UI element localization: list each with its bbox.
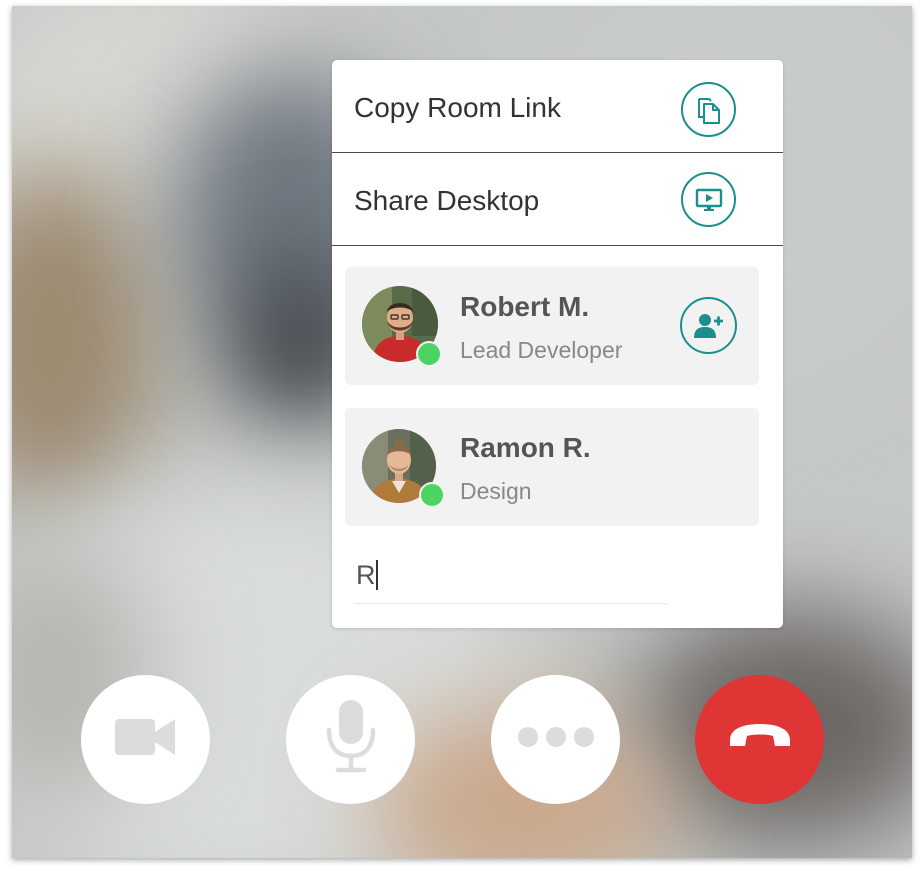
camera-button[interactable] (81, 675, 210, 804)
microphone-button[interactable] (286, 675, 415, 804)
share-desktop-label: Share Desktop (354, 185, 540, 216)
participant-role: Design (460, 478, 532, 504)
online-status-dot (416, 341, 442, 367)
hang-up-button[interactable] (695, 675, 824, 804)
share-desktop-item[interactable]: Share Desktop (332, 153, 783, 246)
copy-room-link-item[interactable]: Copy Room Link (332, 60, 783, 153)
search-input[interactable] (354, 555, 667, 595)
participant-name: Ramon R. (460, 432, 591, 463)
microphone-icon (324, 700, 378, 779)
copy-room-link-label: Copy Room Link (354, 92, 561, 123)
participant-card[interactable]: Robert M. Lead Developer (345, 267, 759, 385)
more-dots-icon (516, 725, 596, 754)
screen-share-icon[interactable] (681, 172, 736, 227)
video-call-window: Copy Room Link Share Desktop Robert M. L… (12, 6, 912, 858)
call-options-panel: Copy Room Link Share Desktop Robert M. L… (332, 60, 783, 628)
invite-search-field[interactable] (354, 555, 667, 604)
add-user-icon[interactable] (680, 297, 737, 354)
participant-role: Lead Developer (460, 337, 623, 363)
online-status-dot (419, 482, 445, 508)
copy-icon[interactable] (681, 82, 736, 137)
participant-name: Robert M. (460, 291, 590, 322)
participant-card[interactable]: Ramon R. Design (345, 408, 759, 526)
video-camera-icon (114, 715, 177, 764)
phone-hangup-icon (727, 722, 793, 757)
more-options-button[interactable] (491, 675, 620, 804)
text-caret (376, 560, 378, 590)
